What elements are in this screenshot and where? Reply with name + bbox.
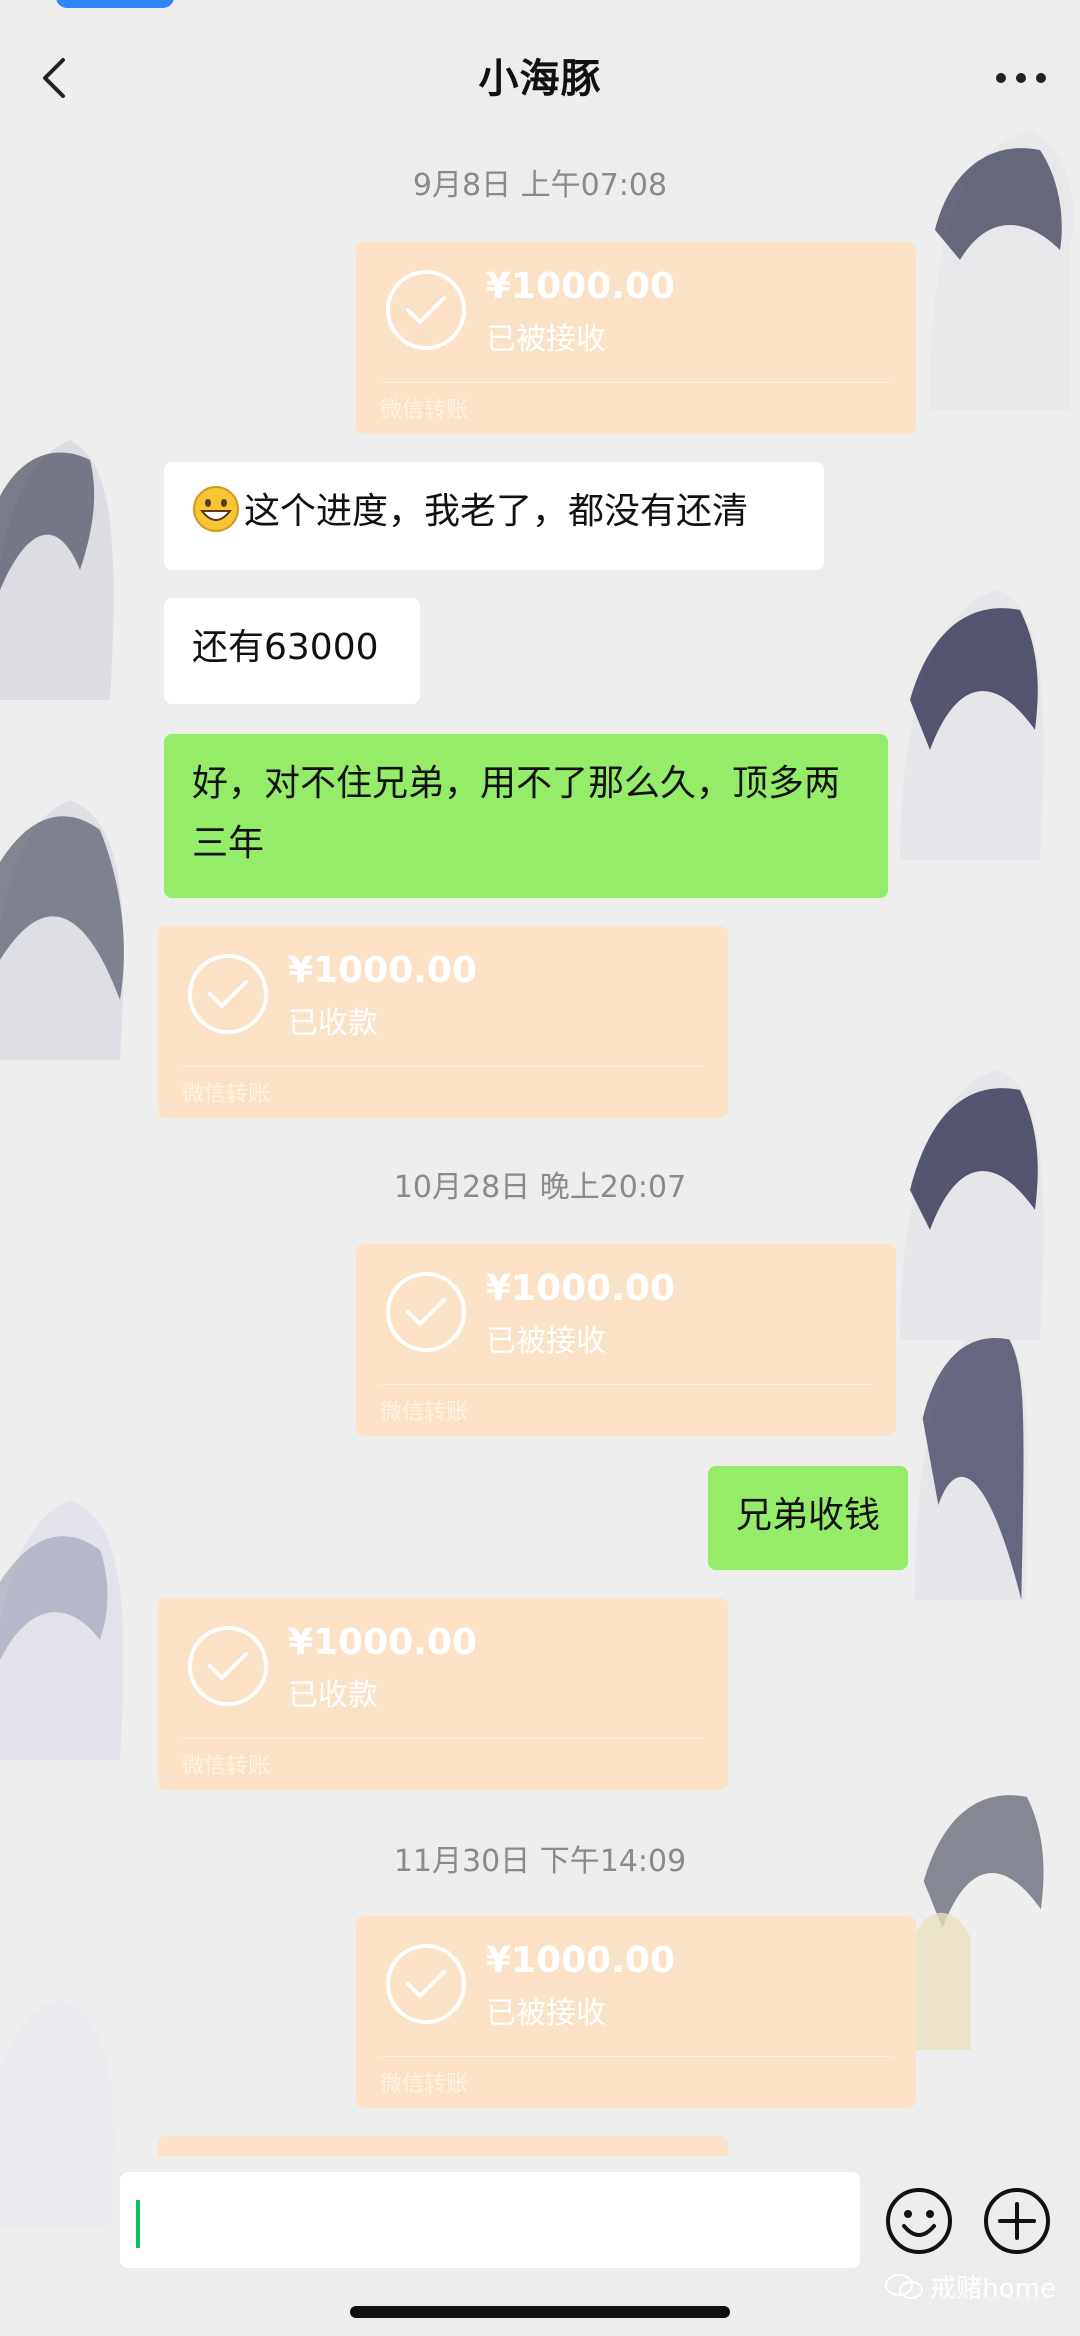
transfer-divider	[182, 1066, 704, 1067]
transfer-amount: ¥1000.00	[486, 1268, 676, 1309]
transfer-status: 已收款	[288, 1678, 378, 1713]
chat-header: 小海豚	[0, 28, 1080, 128]
sent-message[interactable]: 兄弟收钱	[708, 1466, 908, 1570]
transfer-status: 已收款	[288, 1006, 378, 1041]
received-message[interactable]: 还有63000	[164, 598, 420, 704]
contact-avatar	[0, 800, 124, 1060]
check-circle-icon	[386, 270, 466, 350]
message-input[interactable]	[120, 2172, 860, 2268]
check-circle-icon	[188, 954, 268, 1034]
transfer-amount: ¥1000.00	[486, 1940, 676, 1981]
transfer-amount: ¥1000.00	[288, 1622, 478, 1663]
emoji-button[interactable]	[884, 2186, 954, 2256]
status-pill	[56, 0, 174, 8]
smiley-icon	[886, 2188, 952, 2254]
message-text: 还有63000	[192, 627, 379, 668]
grinning-face-icon	[193, 486, 239, 532]
contact-avatar	[914, 1323, 1029, 1600]
check-circle-icon	[386, 1944, 466, 2024]
text-caret	[136, 2200, 140, 2248]
transfer-status: 已被接收	[486, 1996, 606, 2031]
wechat-logo-icon	[885, 2273, 924, 2299]
transfer-label: 微信转账	[380, 398, 469, 423]
transfer-amount: ¥1000.00	[288, 950, 478, 991]
timestamp: 11月30日 下午14:09	[393, 1844, 687, 1879]
plus-icon	[984, 2188, 1050, 2254]
transfer-card[interactable]: ¥1000.00 已被接收 微信转账	[356, 242, 916, 434]
contact-avatar	[0, 440, 114, 700]
home-indicator[interactable]	[350, 2306, 730, 2318]
more-actions-button[interactable]	[982, 2186, 1052, 2256]
timestamp: 10月28日 晚上20:07	[393, 1170, 687, 1205]
transfer-label: 微信转账	[380, 2072, 469, 2097]
transfer-card[interactable]: ¥1000.00 已被接收 微信转账	[356, 1244, 896, 1436]
transfer-card[interactable]: ¥1000.00 已收款 微信转账	[158, 926, 728, 1118]
transfer-amount: ¥1000.00	[486, 266, 676, 307]
contact-avatar	[914, 1778, 1050, 2050]
sent-message[interactable]: 好，对不住兄弟，用不了那么久，顶多两三年	[164, 734, 888, 898]
watermark: 戒赌home	[884, 2268, 1056, 2305]
contact-avatar	[0, 1500, 124, 1760]
transfer-divider	[182, 1738, 704, 1739]
transfer-divider	[380, 382, 892, 383]
transfer-card[interactable]: ¥1000.00 已收款 微信转账	[158, 1598, 728, 1790]
transfer-divider	[380, 2056, 892, 2057]
transfer-label: 微信转账	[182, 1082, 271, 1107]
message-text: 兄弟收钱	[736, 1495, 881, 1536]
timestamp: 9月8日 上午07:08	[412, 168, 668, 203]
check-circle-icon	[188, 1626, 268, 1706]
transfer-card[interactable]: ¥1000.00 已被接收 微信转账	[356, 1916, 916, 2108]
more-button[interactable]	[986, 48, 1056, 108]
contact-avatar	[900, 590, 1044, 860]
received-message[interactable]: 这个进度，我老了，都没有还清	[164, 462, 824, 570]
transfer-status: 已被接收	[486, 1324, 606, 1359]
chat-title: 小海豚	[478, 56, 602, 102]
transfer-label: 微信转账	[380, 1400, 469, 1425]
message-text: 这个进度，我老了，都没有还清	[244, 491, 749, 532]
more-dots-icon	[996, 73, 1046, 83]
check-circle-icon	[386, 1272, 466, 1352]
transfer-status: 已被接收	[486, 322, 606, 357]
contact-avatar	[930, 130, 1074, 410]
message-text: 好，对不住兄弟，用不了那么久，顶多两三年	[192, 763, 841, 864]
input-bar	[0, 2150, 1080, 2270]
transfer-label: 微信转账	[182, 1754, 271, 1779]
transfer-divider	[380, 1384, 872, 1385]
watermark-text: 戒赌home	[930, 2274, 1056, 2304]
